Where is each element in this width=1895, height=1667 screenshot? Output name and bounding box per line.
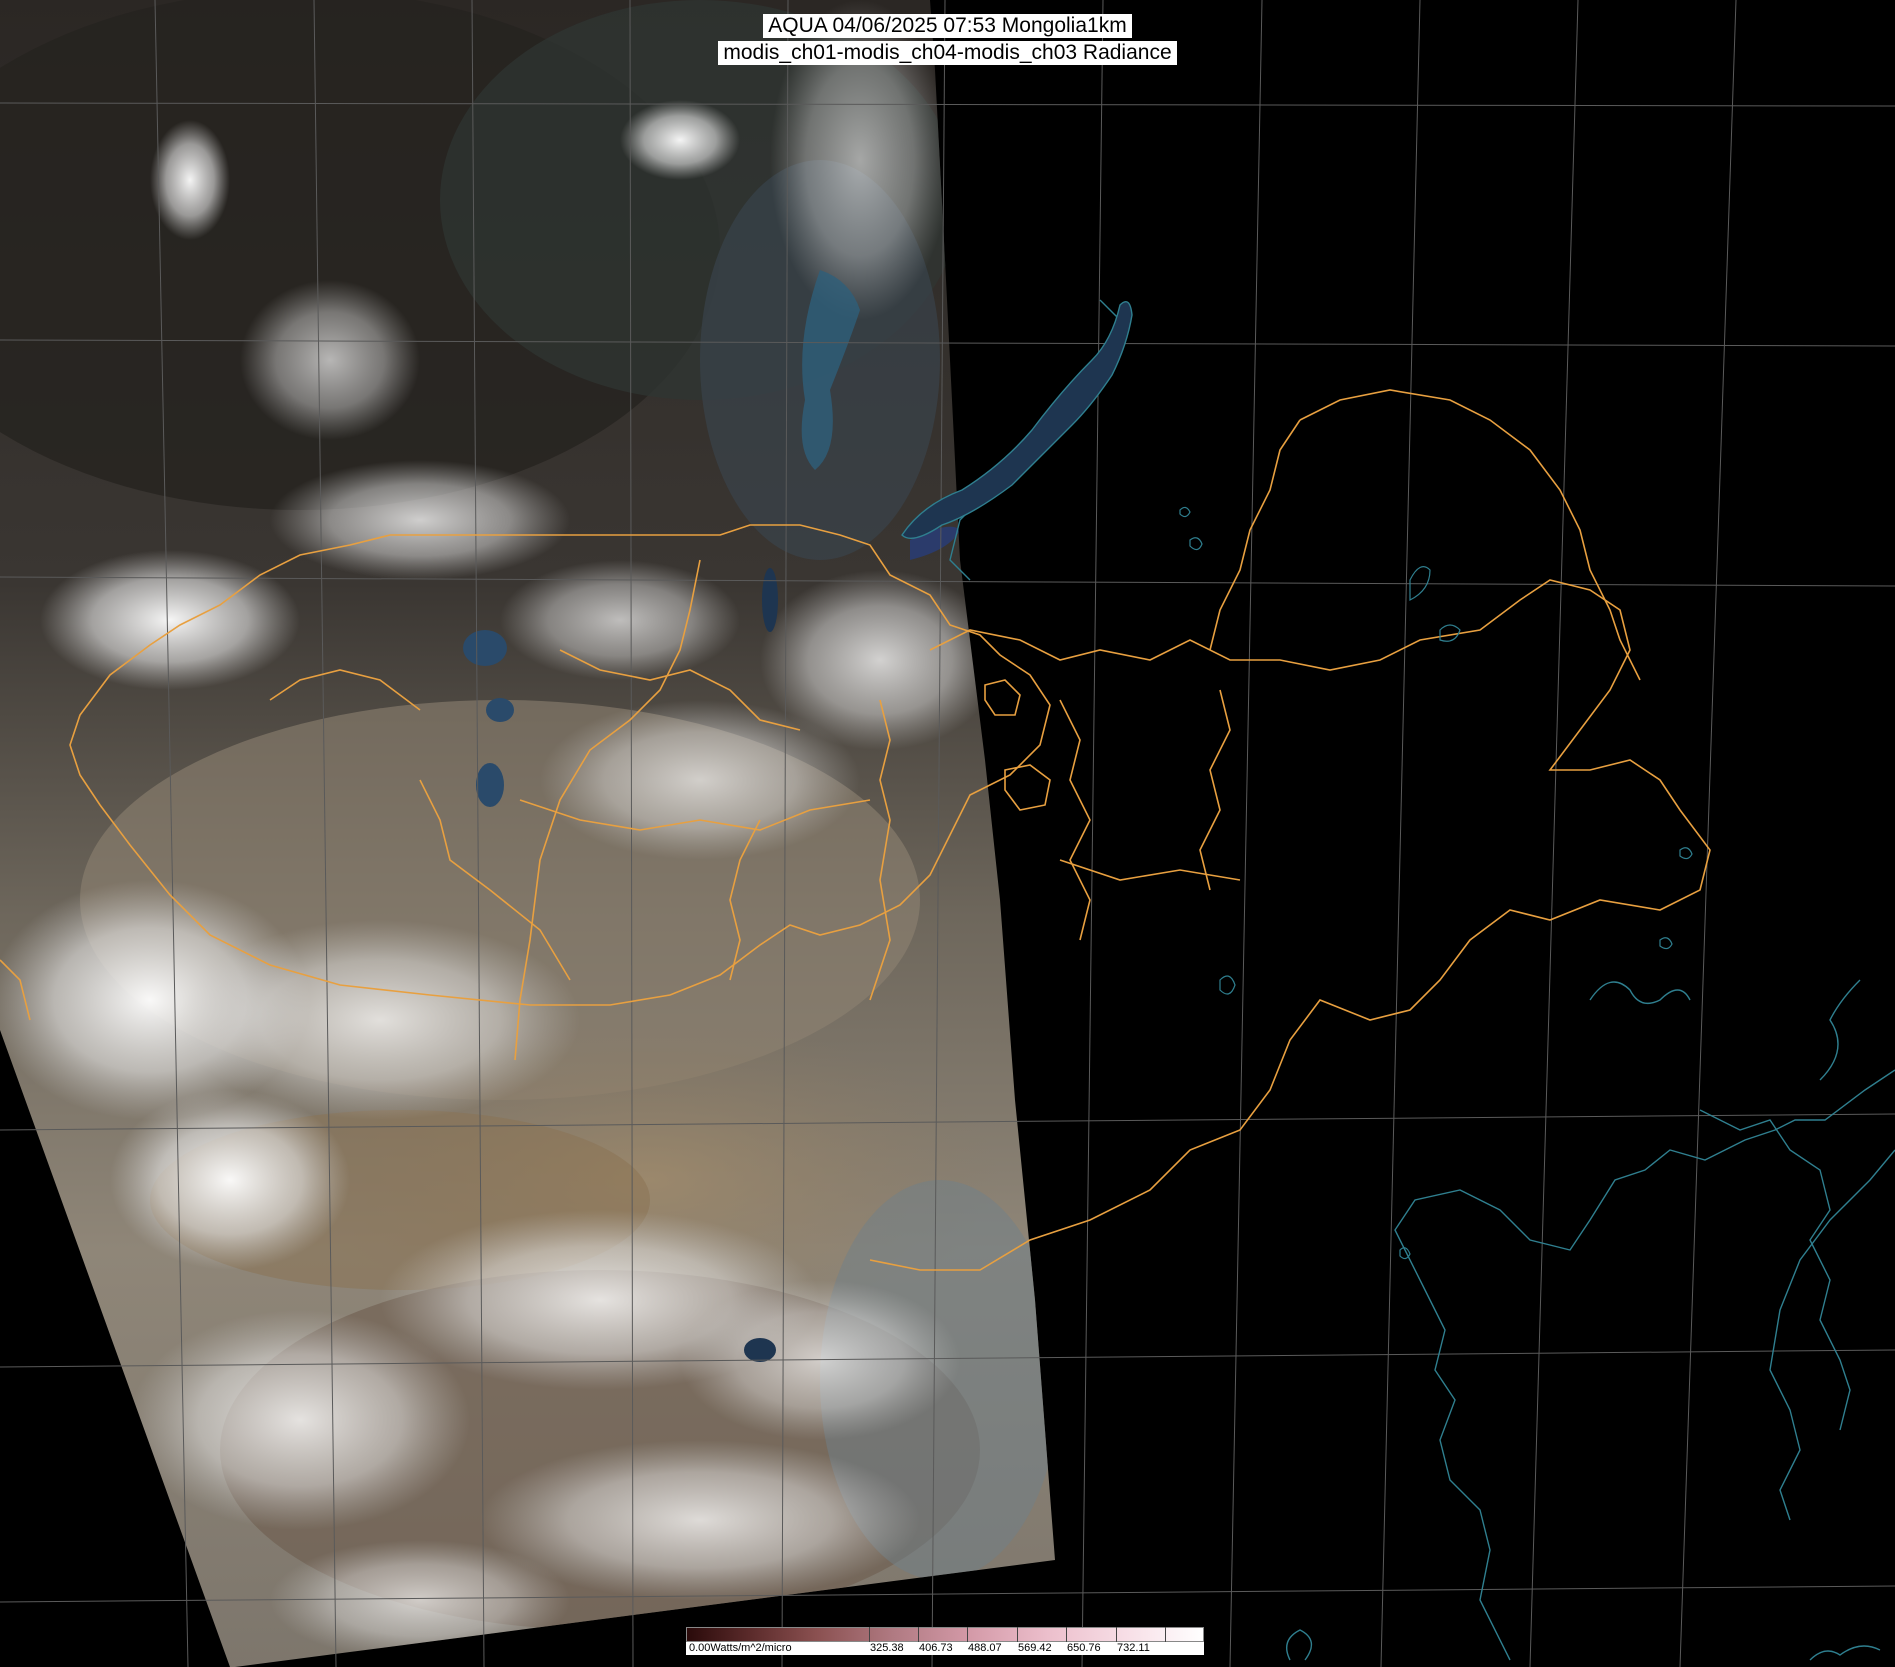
- colorbar-label: 325.38: [870, 1642, 904, 1654]
- colorbar-tick: [967, 1627, 968, 1642]
- colorbar-tick: [1066, 1627, 1067, 1642]
- colorbar-tick: [1165, 1627, 1166, 1642]
- lakes: [1179, 506, 1693, 1260]
- coastlines: [949, 299, 1895, 1661]
- colorbar-label: 406.73: [919, 1642, 953, 1654]
- colorbar-label-min: 0.00Watts/m^2/micro: [689, 1642, 792, 1654]
- colorbar-tick: [918, 1627, 919, 1642]
- colorbar-tick: [1116, 1627, 1117, 1642]
- colorbar-label: 488.07: [968, 1642, 1002, 1654]
- colorbar-tick: [1017, 1627, 1018, 1642]
- colorbar-labels: 0.00Watts/m^2/micro 325.38 406.73 488.07…: [686, 1642, 1204, 1655]
- colorbar-legend: 0.00Watts/m^2/micro 325.38 406.73 488.07…: [686, 1627, 1204, 1655]
- colorbar-label: 569.42: [1018, 1642, 1052, 1654]
- map-viewer[interactable]: AQUA 04/06/2025 07:53 Mongolia1km modis_…: [0, 0, 1895, 1667]
- satellite-swath: [0, 0, 1055, 1667]
- colorbar-label-max: 732.11: [1117, 1642, 1150, 1654]
- colorbar-label: 650.76: [1067, 1642, 1101, 1654]
- colorbar-tick: [869, 1627, 870, 1642]
- colorbar-ticks: [686, 1627, 1204, 1642]
